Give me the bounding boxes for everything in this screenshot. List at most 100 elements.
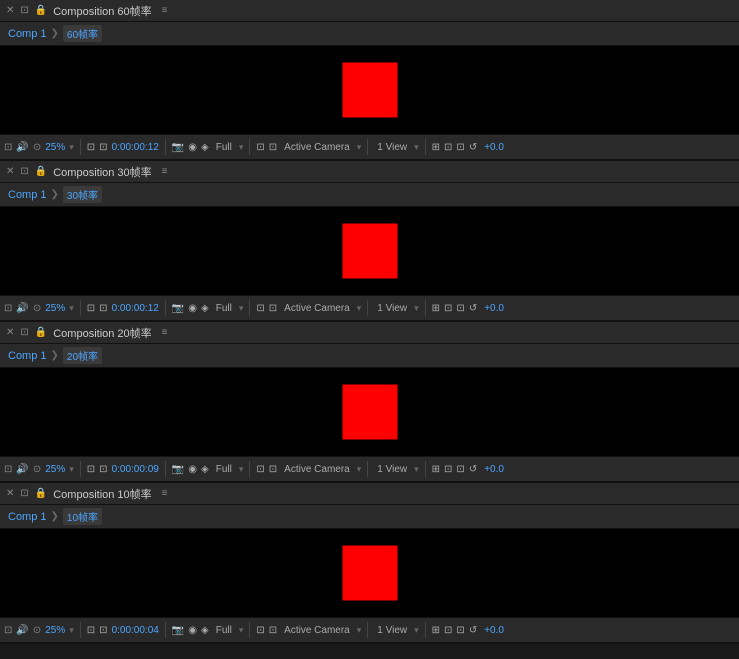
hamburger-icon[interactable]: ≡ <box>162 488 168 499</box>
reset-icon[interactable]: ↺ <box>469 303 477 314</box>
render-icon[interactable]: ⊡ <box>256 625 264 636</box>
color-wheel-icon[interactable]: ◉ <box>188 464 197 475</box>
region-icon[interactable]: ⊡ <box>269 625 277 636</box>
monitor-icon[interactable]: ⊡ <box>87 464 95 475</box>
plus-value[interactable]: +0.0 <box>481 625 507 636</box>
camera-chevron[interactable]: ▾ <box>357 464 362 475</box>
transparency-icon[interactable]: ◈ <box>201 625 209 636</box>
camera-label[interactable]: Active Camera <box>281 303 353 314</box>
zoom-value[interactable]: 25% <box>45 464 65 475</box>
render-icon[interactable]: ⊡ <box>256 464 264 475</box>
pixel-aspect-icon[interactable]: ⊡ <box>99 625 107 636</box>
view-label[interactable]: 1 View <box>374 625 410 636</box>
quality-select-label[interactable]: Full <box>213 464 235 475</box>
camera-label[interactable]: Active Camera <box>281 142 353 153</box>
timecode-display[interactable]: 0:00:00:12 <box>112 142 159 153</box>
hamburger-icon[interactable]: ≡ <box>162 327 168 338</box>
breadcrumb-comp[interactable]: Comp 1 <box>8 511 47 523</box>
breadcrumb-comp[interactable]: Comp 1 <box>8 189 47 201</box>
zoom-chevron[interactable]: ▾ <box>69 303 74 314</box>
camera-chevron[interactable]: ▾ <box>357 625 362 636</box>
pixel-aspect-icon[interactable]: ⊡ <box>99 142 107 153</box>
hamburger-icon[interactable]: ≡ <box>162 5 168 16</box>
camera-chevron[interactable]: ▾ <box>357 303 362 314</box>
fps-tag[interactable]: 20帧率 <box>63 347 102 364</box>
view-chevron[interactable]: ▾ <box>414 625 419 636</box>
fps-tag[interactable]: 30帧率 <box>63 186 102 203</box>
reset-icon[interactable]: ↺ <box>469 142 477 153</box>
channel-icon[interactable]: ⊡ <box>456 303 464 314</box>
view-chevron[interactable]: ▾ <box>414 464 419 475</box>
view-chevron[interactable]: ▾ <box>414 303 419 314</box>
close-button[interactable]: ✕ <box>6 5 14 16</box>
grid-icon[interactable]: ⊞ <box>432 464 440 475</box>
quality-select-label[interactable]: Full <box>213 625 235 636</box>
timecode-display[interactable]: 0:00:00:09 <box>112 464 159 475</box>
quality-chevron[interactable]: ▾ <box>239 464 244 475</box>
region-icon[interactable]: ⊡ <box>269 464 277 475</box>
view-chevron[interactable]: ▾ <box>414 142 419 153</box>
render-icon[interactable]: ⊡ <box>256 303 264 314</box>
monitor-icon[interactable]: ⊡ <box>87 303 95 314</box>
camera-label[interactable]: Active Camera <box>281 464 353 475</box>
view-label[interactable]: 1 View <box>374 303 410 314</box>
close-button[interactable]: ✕ <box>6 488 14 499</box>
monitor-icon[interactable]: ⊡ <box>87 625 95 636</box>
color-wheel-icon[interactable]: ◉ <box>188 303 197 314</box>
grid-icon[interactable]: ⊞ <box>432 625 440 636</box>
breadcrumb-comp[interactable]: Comp 1 <box>8 350 47 362</box>
transparency-icon[interactable]: ◈ <box>201 464 209 475</box>
reset-icon[interactable]: ↺ <box>469 464 477 475</box>
layout-icon[interactable]: ⊡ <box>444 625 452 636</box>
hamburger-icon[interactable]: ≡ <box>162 166 168 177</box>
zoom-value[interactable]: 25% <box>45 303 65 314</box>
layout-icon[interactable]: ⊡ <box>444 303 452 314</box>
zoom-chevron[interactable]: ▾ <box>69 142 74 153</box>
plus-value[interactable]: +0.0 <box>481 464 507 475</box>
close-button[interactable]: ✕ <box>6 166 14 177</box>
transparency-icon[interactable]: ◈ <box>201 303 209 314</box>
snapshot-icon[interactable]: 📷 <box>172 625 184 636</box>
transparency-icon[interactable]: ◈ <box>201 142 209 153</box>
timecode-display[interactable]: 0:00:00:12 <box>112 303 159 314</box>
quality-chevron[interactable]: ▾ <box>239 625 244 636</box>
timecode-display[interactable]: 0:00:00:04 <box>112 625 159 636</box>
view-label[interactable]: 1 View <box>374 142 410 153</box>
grid-icon[interactable]: ⊞ <box>432 142 440 153</box>
monitor-icon[interactable]: ⊡ <box>87 142 95 153</box>
grid-icon[interactable]: ⊞ <box>432 303 440 314</box>
reset-icon[interactable]: ↺ <box>469 625 477 636</box>
zoom-chevron[interactable]: ▾ <box>69 464 74 475</box>
fps-tag[interactable]: 10帧率 <box>63 508 102 525</box>
channel-icon[interactable]: ⊡ <box>456 142 464 153</box>
plus-value[interactable]: +0.0 <box>481 142 507 153</box>
color-wheel-icon[interactable]: ◉ <box>188 625 197 636</box>
zoom-chevron[interactable]: ▾ <box>69 625 74 636</box>
close-button[interactable]: ✕ <box>6 327 14 338</box>
fps-tag[interactable]: 60帧率 <box>63 25 102 42</box>
quality-chevron[interactable]: ▾ <box>239 303 244 314</box>
camera-chevron[interactable]: ▾ <box>357 142 362 153</box>
quality-select-label[interactable]: Full <box>213 142 235 153</box>
render-icon[interactable]: ⊡ <box>256 142 264 153</box>
quality-chevron[interactable]: ▾ <box>239 142 244 153</box>
channel-icon[interactable]: ⊡ <box>456 464 464 475</box>
snapshot-icon[interactable]: 📷 <box>172 303 184 314</box>
quality-select-label[interactable]: Full <box>213 303 235 314</box>
camera-label[interactable]: Active Camera <box>281 625 353 636</box>
snapshot-icon[interactable]: 📷 <box>172 464 184 475</box>
zoom-value[interactable]: 25% <box>45 625 65 636</box>
zoom-value[interactable]: 25% <box>45 142 65 153</box>
snapshot-icon[interactable]: 📷 <box>172 142 184 153</box>
color-wheel-icon[interactable]: ◉ <box>188 142 197 153</box>
layout-icon[interactable]: ⊡ <box>444 142 452 153</box>
pixel-aspect-icon[interactable]: ⊡ <box>99 464 107 475</box>
region-icon[interactable]: ⊡ <box>269 303 277 314</box>
pixel-aspect-icon[interactable]: ⊡ <box>99 303 107 314</box>
breadcrumb-comp[interactable]: Comp 1 <box>8 28 47 40</box>
plus-value[interactable]: +0.0 <box>481 303 507 314</box>
channel-icon[interactable]: ⊡ <box>456 625 464 636</box>
view-label[interactable]: 1 View <box>374 464 410 475</box>
region-icon[interactable]: ⊡ <box>269 142 277 153</box>
layout-icon[interactable]: ⊡ <box>444 464 452 475</box>
